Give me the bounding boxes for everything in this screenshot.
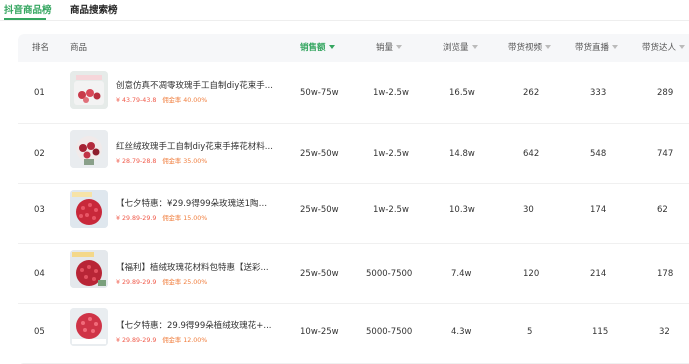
product-price-info: ¥ 29.89-29.9 佣金率 15.00%	[116, 213, 207, 222]
commission-rate: 佣金率 25.00%	[162, 279, 208, 286]
sales-amount: 25w-50w	[300, 149, 339, 159]
sales-volume: 5000-7500	[366, 327, 413, 337]
sort-icon[interactable]	[545, 44, 552, 49]
sort-icon[interactable]	[471, 44, 478, 49]
views-count: 10.3w	[449, 205, 475, 215]
product-price: ¥ 29.89-29.9	[116, 337, 157, 344]
tab-product-search-ranking[interactable]: 商品搜索榜	[70, 2, 118, 16]
video-count: 5	[527, 327, 533, 337]
tabs-divider	[0, 20, 689, 21]
live-count: 115	[592, 327, 609, 337]
product-thumbnail[interactable]	[70, 250, 108, 288]
header-live-label: 带货直播	[575, 43, 610, 53]
header-videos-label: 带货视频	[508, 43, 543, 53]
rank-number: 03	[34, 205, 45, 215]
product-image-icon	[70, 190, 108, 228]
product-image-icon	[70, 130, 108, 168]
sales-volume: 1w-2.5w	[373, 88, 409, 98]
live-count: 214	[590, 269, 607, 279]
video-count: 30	[523, 205, 534, 215]
rank-number: 01	[34, 88, 45, 98]
product-name-link[interactable]: 【七夕特惠：¥29.9得99朵玫瑰送1陶瓷...	[116, 197, 274, 209]
header-live[interactable]: 带货直播	[575, 34, 619, 62]
sales-volume: 1w-2.5w	[373, 205, 409, 215]
sales-amount: 25w-50w	[300, 205, 339, 215]
product-name-link[interactable]: 【福利】植绒玫瑰花材料包特惠【送彩...	[116, 261, 274, 273]
views-count: 7.4w	[451, 269, 472, 279]
influencer-count: 289	[657, 88, 674, 98]
product-price: ¥ 28.79-28.8	[116, 158, 157, 165]
table-header: 排名 商品 销售额 销量 浏览量 带货视频 带货直播 带货达人	[18, 34, 689, 62]
influencer-count: 32	[659, 327, 670, 337]
commission-rate: 佣金率 40.00%	[162, 97, 208, 104]
header-sales-amount-label: 销售额	[300, 43, 326, 53]
header-sales-amount[interactable]: 销售额	[300, 34, 335, 62]
header-views[interactable]: 浏览量	[443, 34, 478, 62]
sort-icon[interactable]	[679, 44, 686, 49]
product-price-info: ¥ 43.79-43.8 佣金率 40.00%	[116, 95, 207, 104]
product-thumbnail[interactable]	[70, 190, 108, 228]
sort-icon[interactable]	[396, 44, 403, 49]
sort-icon[interactable]	[612, 44, 619, 49]
product-thumbnail[interactable]	[70, 71, 108, 109]
sort-desc-icon[interactable]	[328, 44, 335, 49]
header-influencers[interactable]: 带货达人	[642, 34, 686, 62]
views-count: 16.5w	[449, 88, 475, 98]
video-count: 642	[523, 149, 540, 159]
header-videos[interactable]: 带货视频	[508, 34, 552, 62]
product-name-link[interactable]: 红丝绒玫瑰手工自制diy花束手捧花材料...	[116, 140, 274, 152]
product-image-icon	[70, 71, 108, 109]
product-price: ¥ 29.89-29.9	[116, 279, 157, 286]
rank-number: 05	[34, 327, 45, 337]
commission-rate: 佣金率 35.00%	[162, 158, 208, 165]
table-row[interactable]: 04 【福利】植绒玫瑰花材料包特惠【送彩... ¥ 29.89-29.9 佣金率 …	[18, 243, 689, 304]
video-count: 262	[523, 88, 540, 98]
product-price: ¥ 29.89-29.9	[116, 215, 157, 222]
header-views-label: 浏览量	[443, 43, 469, 53]
tab-douyin-product-ranking[interactable]: 抖音商品榜	[4, 2, 52, 16]
rank-number: 04	[34, 269, 45, 279]
sales-amount: 10w-25w	[300, 327, 339, 337]
product-thumbnail[interactable]	[70, 130, 108, 168]
product-name-link[interactable]: 创意仿真不凋零玫瑰手工自制diy花束手...	[116, 79, 274, 91]
live-count: 548	[590, 149, 607, 159]
table-row[interactable]: 03 【七夕特惠：¥29.9得99朵玫瑰送1陶瓷... ¥ 29.89-29.9…	[18, 183, 689, 244]
header-sales-volume[interactable]: 销量	[376, 34, 403, 62]
influencer-count: 178	[657, 269, 674, 279]
product-thumbnail[interactable]	[70, 308, 108, 346]
header-product: 商品	[70, 43, 88, 53]
product-price-info: ¥ 29.89-29.9 佣金率 25.00%	[116, 277, 207, 286]
product-price-info: ¥ 28.79-28.8 佣金率 35.00%	[116, 156, 207, 165]
commission-rate: 佣金率 12.00%	[162, 337, 208, 344]
product-image-icon	[70, 250, 108, 288]
commission-rate: 佣金率 15.00%	[162, 215, 208, 222]
sales-amount: 25w-50w	[300, 269, 339, 279]
influencer-count: 747	[657, 149, 674, 159]
table-row[interactable]: 01 创意仿真不凋零玫瑰手工自制diy花束手... ¥ 43.79-43.8 佣金…	[18, 63, 689, 124]
product-ranking-table: 排名 商品 销售额 销量 浏览量 带货视频 带货直播 带货达人 01 创意仿真不…	[18, 34, 689, 364]
sales-volume: 1w-2.5w	[373, 149, 409, 159]
live-count: 174	[590, 205, 607, 215]
header-rank: 排名	[32, 43, 50, 53]
sales-amount: 50w-75w	[300, 88, 339, 98]
influencer-count: 62	[657, 205, 668, 215]
sales-volume: 5000-7500	[366, 269, 413, 279]
product-price-info: ¥ 29.89-29.9 佣金率 12.00%	[116, 335, 207, 344]
views-count: 14.8w	[449, 149, 475, 159]
table-row[interactable]: 02 红丝绒玫瑰手工自制diy花束手捧花材料... ¥ 28.79-28.8 佣金…	[18, 123, 689, 184]
views-count: 4.3w	[451, 327, 472, 337]
header-sales-volume-label: 销量	[376, 43, 394, 53]
header-influencers-label: 带货达人	[642, 43, 677, 53]
live-count: 333	[590, 88, 607, 98]
video-count: 120	[523, 269, 540, 279]
product-name-link[interactable]: 【七夕特惠：29.9得99朵植绒玫瑰花+...	[116, 319, 274, 331]
product-price: ¥ 43.79-43.8	[116, 97, 157, 104]
rank-number: 02	[34, 149, 45, 159]
ranking-tabs: 抖音商品榜 商品搜索榜	[0, 0, 689, 20]
product-image-icon	[70, 308, 108, 346]
